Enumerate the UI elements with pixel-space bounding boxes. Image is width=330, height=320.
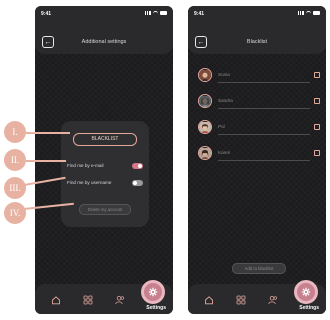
contact-name: Sandra (218, 98, 233, 103)
toggle-knob (138, 164, 142, 168)
contact-checkbox[interactable] (314, 72, 320, 78)
add-to-blacklist-button[interactable]: Add to blacklist (232, 263, 286, 274)
marker-4: IV. (4, 202, 26, 224)
find-by-email-toggle[interactable] (132, 163, 143, 169)
person-avatar-icon (199, 122, 211, 133)
tab-grid[interactable] (235, 294, 247, 306)
users-icon (115, 296, 124, 305)
settings-tab-label: Settings (299, 305, 319, 311)
signal-icon (298, 11, 304, 15)
contact-name: Karen (218, 150, 231, 155)
contact-checkbox[interactable] (314, 124, 320, 130)
page-title: Additional settings (81, 39, 127, 45)
leader-line-1 (26, 132, 70, 134)
battery-icon (160, 11, 167, 15)
find-by-username-label: Find me by username (67, 180, 112, 185)
grid-icon (236, 295, 246, 305)
status-bar: 9:41 (41, 11, 167, 19)
person-avatar-icon (199, 148, 211, 159)
find-by-email-label: Find me by e-mail (67, 163, 104, 168)
toggle-knob (133, 181, 137, 185)
leader-line-2 (26, 160, 66, 162)
settings-tab-button[interactable] (141, 280, 165, 304)
marker-3: III. (4, 177, 26, 199)
signal-icon (145, 11, 151, 15)
person-avatar-icon (199, 70, 211, 81)
blacklist-screen: 9:41 ← Blacklist Sonia Sandra Pol Karen … (188, 6, 326, 314)
status-icons (298, 11, 320, 15)
grid-icon (83, 295, 93, 305)
divider (218, 108, 310, 109)
avatar (198, 94, 212, 108)
contact-checkbox[interactable] (314, 150, 320, 156)
tab-home[interactable] (203, 294, 215, 306)
status-bar: 9:41 (194, 11, 320, 19)
header: 9:41 ← Additional settings (35, 6, 173, 54)
settings-card: BLACKLIST Find me by e-mail Find me by u… (61, 121, 149, 227)
home-icon (52, 296, 60, 305)
gear-icon (301, 287, 311, 297)
contact-name: Sonia (218, 72, 230, 77)
settings-tab-button[interactable] (294, 280, 318, 304)
list-item[interactable]: Sonia (198, 66, 320, 92)
contact-name: Pol (218, 124, 225, 129)
list-item[interactable]: Pol (198, 118, 320, 144)
settings-tab-label: Settings (146, 305, 166, 311)
person-avatar-icon (199, 96, 211, 107)
wifi-icon (306, 11, 311, 15)
home-icon (205, 296, 213, 305)
contact-list: Sonia Sandra Pol Karen (198, 66, 320, 170)
status-time: 9:41 (41, 11, 52, 17)
find-by-username-toggle[interactable] (132, 180, 143, 186)
divider (218, 134, 310, 135)
tab-home[interactable] (50, 294, 62, 306)
avatar (198, 146, 212, 160)
blacklist-button[interactable]: BLACKLIST (73, 133, 137, 146)
find-by-email-row: Find me by e-mail (67, 161, 145, 171)
gear-icon (148, 287, 158, 297)
marker-2: II. (4, 149, 26, 171)
contact-checkbox[interactable] (314, 98, 320, 104)
tab-bar: Settings (188, 280, 326, 314)
list-item[interactable]: Sandra (198, 92, 320, 118)
list-item[interactable]: Karen (198, 144, 320, 170)
tab-users[interactable] (114, 294, 126, 306)
status-time: 9:41 (194, 11, 205, 17)
tab-users[interactable] (267, 294, 279, 306)
divider (218, 160, 310, 161)
wifi-icon (153, 11, 158, 15)
find-by-username-row: Find me by username (67, 178, 145, 188)
divider (218, 82, 310, 83)
status-icons (145, 11, 167, 15)
tab-grid[interactable] (82, 294, 94, 306)
battery-icon (313, 11, 320, 15)
page-title: Blacklist (246, 39, 268, 45)
avatar (198, 68, 212, 82)
delete-account-button[interactable]: Delete my account (79, 204, 131, 215)
avatar (198, 120, 212, 134)
users-icon (268, 296, 277, 305)
tab-bar: Settings (35, 280, 173, 314)
marker-1: I. (4, 121, 26, 143)
header: 9:41 ← Blacklist (188, 6, 326, 54)
